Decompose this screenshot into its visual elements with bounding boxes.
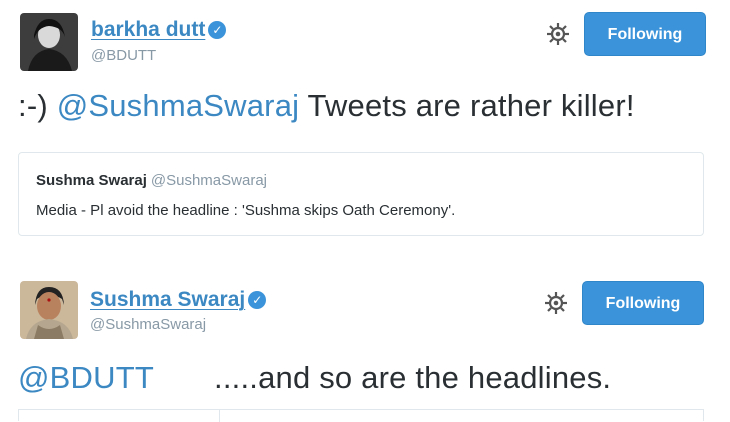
media-card[interactable] — [18, 409, 704, 422]
gear-icon[interactable] — [543, 290, 569, 316]
verified-badge-icon: ✓ — [248, 291, 267, 309]
mention-link[interactable]: @BDUTT — [18, 360, 154, 395]
author-name[interactable]: Sushma Swaraj ✓ — [90, 288, 267, 312]
divider — [219, 410, 220, 422]
author-handle[interactable]: @SushmaSwaraj — [90, 316, 206, 333]
tweet-sushma-swaraj: Sushma Swaraj ✓ @SushmaSwaraj Following @… — [0, 0, 730, 422]
avatar[interactable] — [20, 281, 78, 339]
tweet-text-suffix: .....and so are the headlines. — [214, 360, 612, 395]
following-button[interactable]: Following — [582, 281, 704, 325]
tweet-text: @BDUTT — [18, 360, 154, 396]
